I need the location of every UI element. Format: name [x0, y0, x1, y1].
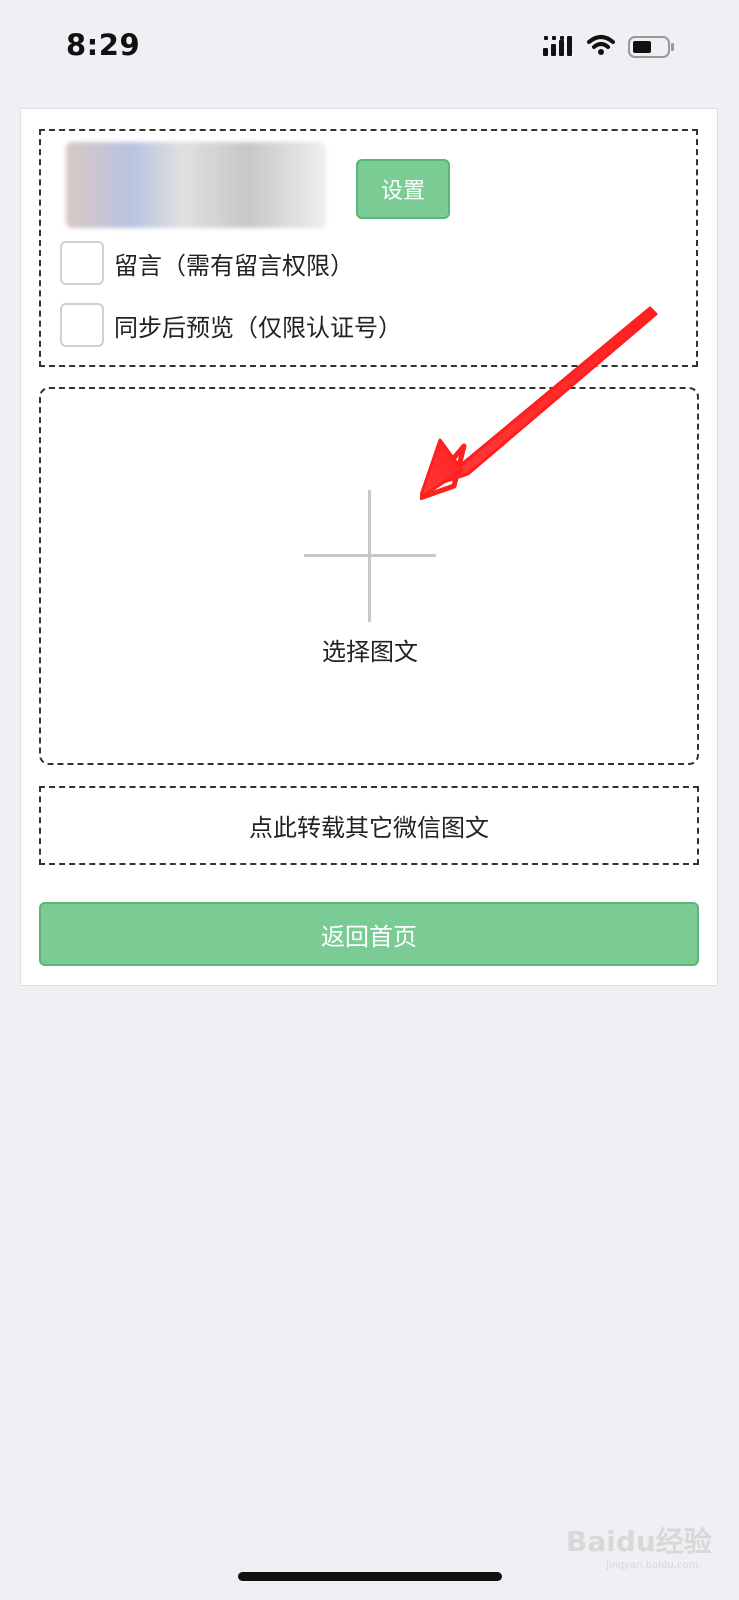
home-indicator [238, 1572, 502, 1581]
plus-vertical-stroke [368, 490, 371, 622]
preview-after-sync-checkbox[interactable] [60, 303, 104, 347]
cellular-signal-icon [543, 36, 572, 56]
return-home-button[interactable]: 返回首页 [39, 902, 699, 966]
preview-after-sync-label: 同步后预览（仅限认证号） [114, 313, 402, 342]
wifi-icon [587, 35, 615, 55]
plus-icon[interactable] [304, 490, 436, 622]
allow-comments-label: 留言（需有留言权限） [114, 251, 354, 280]
system-status-icons [543, 35, 674, 58]
red-arrow-icon [420, 306, 658, 500]
baidu-jingyan-watermark: Baidu经验 [566, 1525, 712, 1558]
battery-icon [628, 36, 674, 58]
repost-other-article-button[interactable]: 点此转载其它微信图文 [39, 786, 699, 865]
status-bar: 8:29 [0, 0, 739, 92]
status-icons [543, 32, 703, 64]
allow-comments-checkbox[interactable] [60, 241, 104, 285]
settings-button[interactable]: 设置 [356, 159, 450, 219]
blurred-account-avatar [66, 142, 326, 228]
baidu-jingyan-watermark-url: jingyan.baidu.com [606, 1560, 699, 1571]
preview-after-sync-option[interactable]: 同步后预览（仅限认证号） [60, 302, 402, 348]
allow-comments-option[interactable]: 留言（需有留言权限） [60, 240, 354, 286]
status-time: 8:29 [66, 28, 141, 62]
select-article-label[interactable]: 选择图文 [300, 632, 440, 667]
